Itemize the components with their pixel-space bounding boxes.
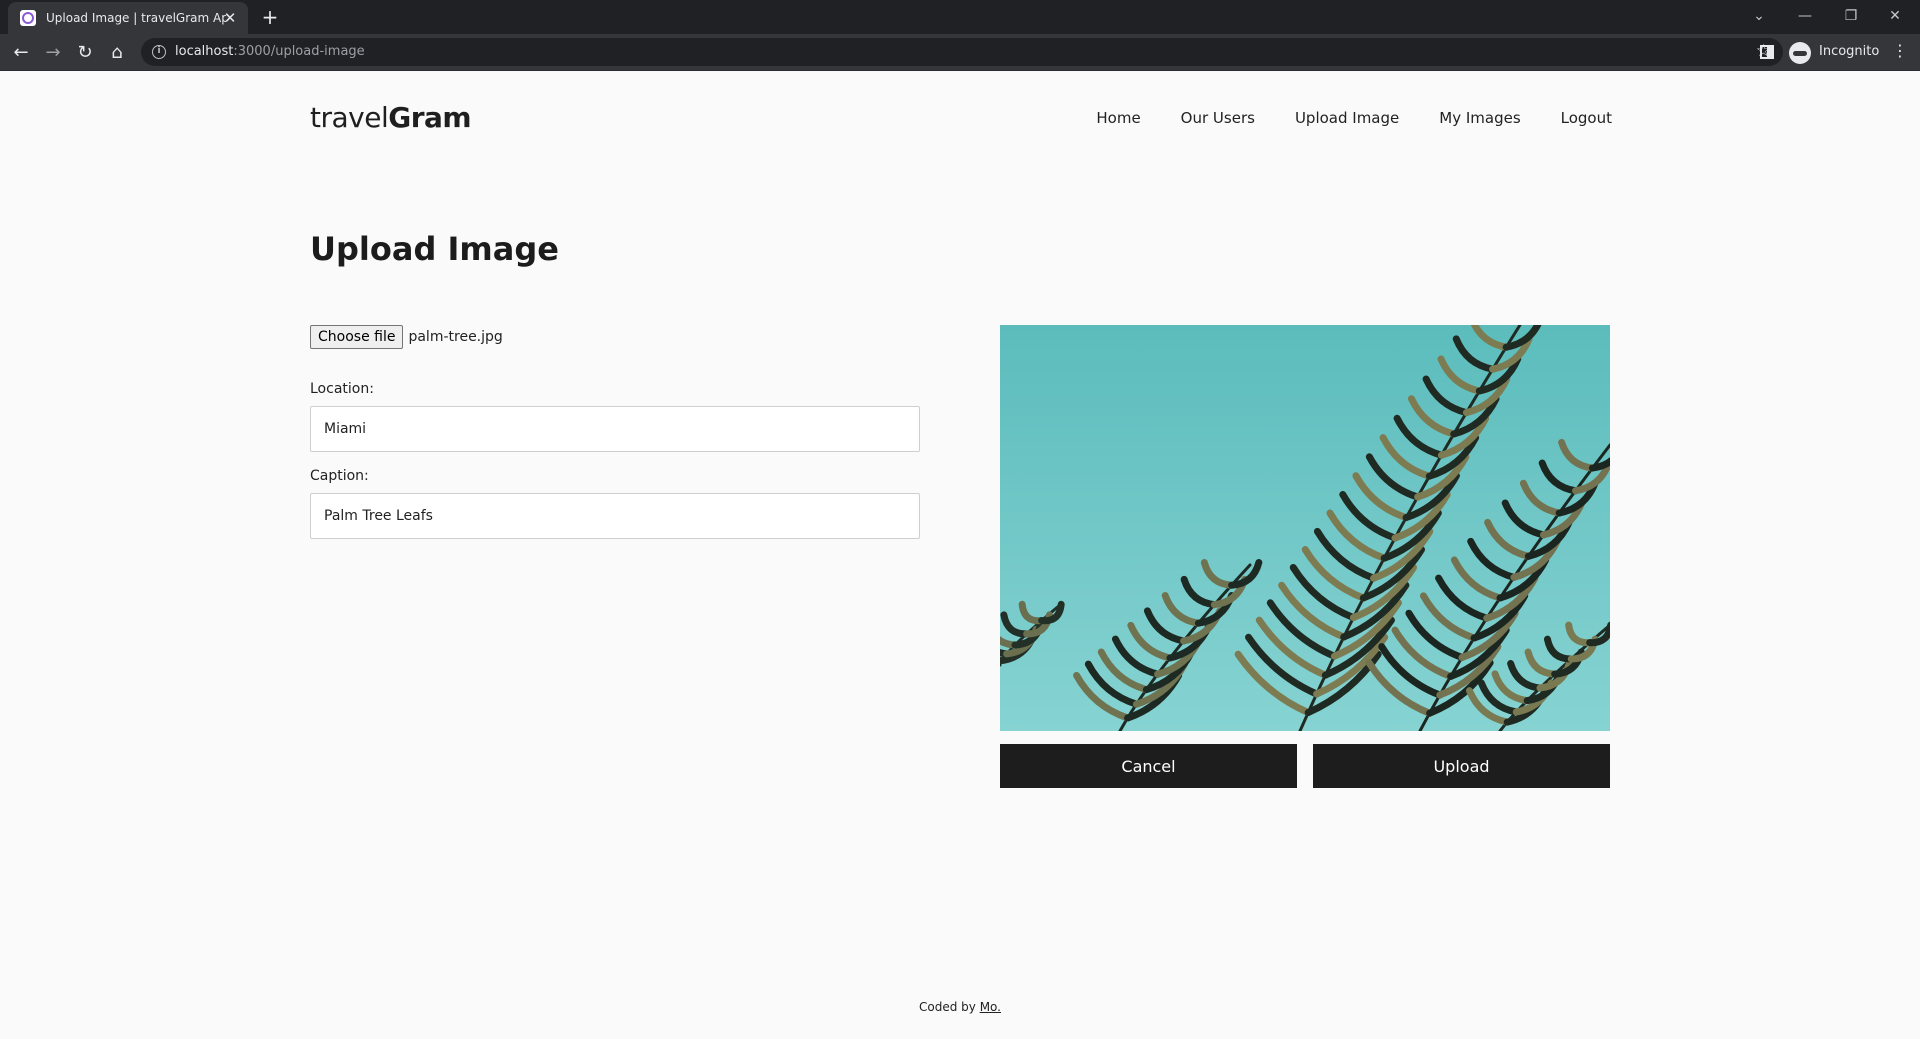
back-icon[interactable]: ← [8,40,34,66]
nav-link-logout[interactable]: Logout [1561,109,1612,127]
footer-text: Coded by [919,1000,980,1014]
restore-icon[interactable]: ❐ [1838,4,1864,28]
main-nav: Home Our Users Upload Image My Images Lo… [1096,109,1612,127]
favicon-icon [20,10,36,26]
home-icon[interactable]: ⌂ [104,40,130,66]
tab-title: Upload Image | travelGram App [46,11,226,25]
footer: Coded by Mo. [0,1000,1920,1014]
nav-link-home[interactable]: Home [1096,109,1140,127]
selected-file-name: palm-tree.jpg [408,329,503,345]
minimize-icon[interactable]: — [1792,4,1818,28]
incognito-icon[interactable] [1789,42,1811,64]
location-label: Location: [310,381,374,397]
browser-tab[interactable]: Upload Image | travelGram App ✕ [8,2,248,34]
new-tab-icon[interactable]: + [258,5,282,29]
palm-tree-image [1000,325,1610,731]
forward-icon[interactable]: → [40,40,66,66]
footer-author-link[interactable]: Mo. [980,1000,1001,1014]
page-title: Upload Image [310,230,559,268]
browser-toolbar: ← → ↻ ⌂ i localhost:3000/upload-image ☆ … [0,34,1920,71]
page-content: travelGram Home Our Users Upload Image M… [0,71,1920,1039]
nav-link-our-users[interactable]: Our Users [1181,109,1255,127]
image-preview [1000,325,1610,731]
file-picker: Choose file palm-tree.jpg [310,325,503,349]
incognito-label[interactable]: Incognito [1819,44,1879,59]
browser-menu-icon[interactable]: ⋮ [1892,41,1908,60]
side-panel-icon[interactable] [1760,45,1774,59]
close-window-icon[interactable]: ✕ [1882,4,1908,28]
choose-file-button[interactable]: Choose file [310,325,404,349]
address-bar[interactable]: i localhost:3000/upload-image ☆ [141,38,1783,66]
reload-icon[interactable]: ↻ [72,40,98,66]
url-text: localhost:3000/upload-image [175,44,365,59]
nav-link-upload-image[interactable]: Upload Image [1295,109,1399,127]
upload-button[interactable]: Upload [1313,744,1610,788]
site-info-icon[interactable]: i [152,45,166,59]
close-tab-icon[interactable]: ✕ [222,10,238,26]
tab-search-icon[interactable]: ⌄ [1746,4,1772,28]
location-input[interactable] [310,406,920,452]
caption-label: Caption: [310,468,369,484]
nav-link-my-images[interactable]: My Images [1439,109,1520,127]
browser-tab-strip: Upload Image | travelGram App ✕ + ⌄ — ❐ … [0,0,1920,34]
caption-input[interactable] [310,493,920,539]
brand-logo[interactable]: travelGram [310,101,472,134]
cancel-button[interactable]: Cancel [1000,744,1297,788]
